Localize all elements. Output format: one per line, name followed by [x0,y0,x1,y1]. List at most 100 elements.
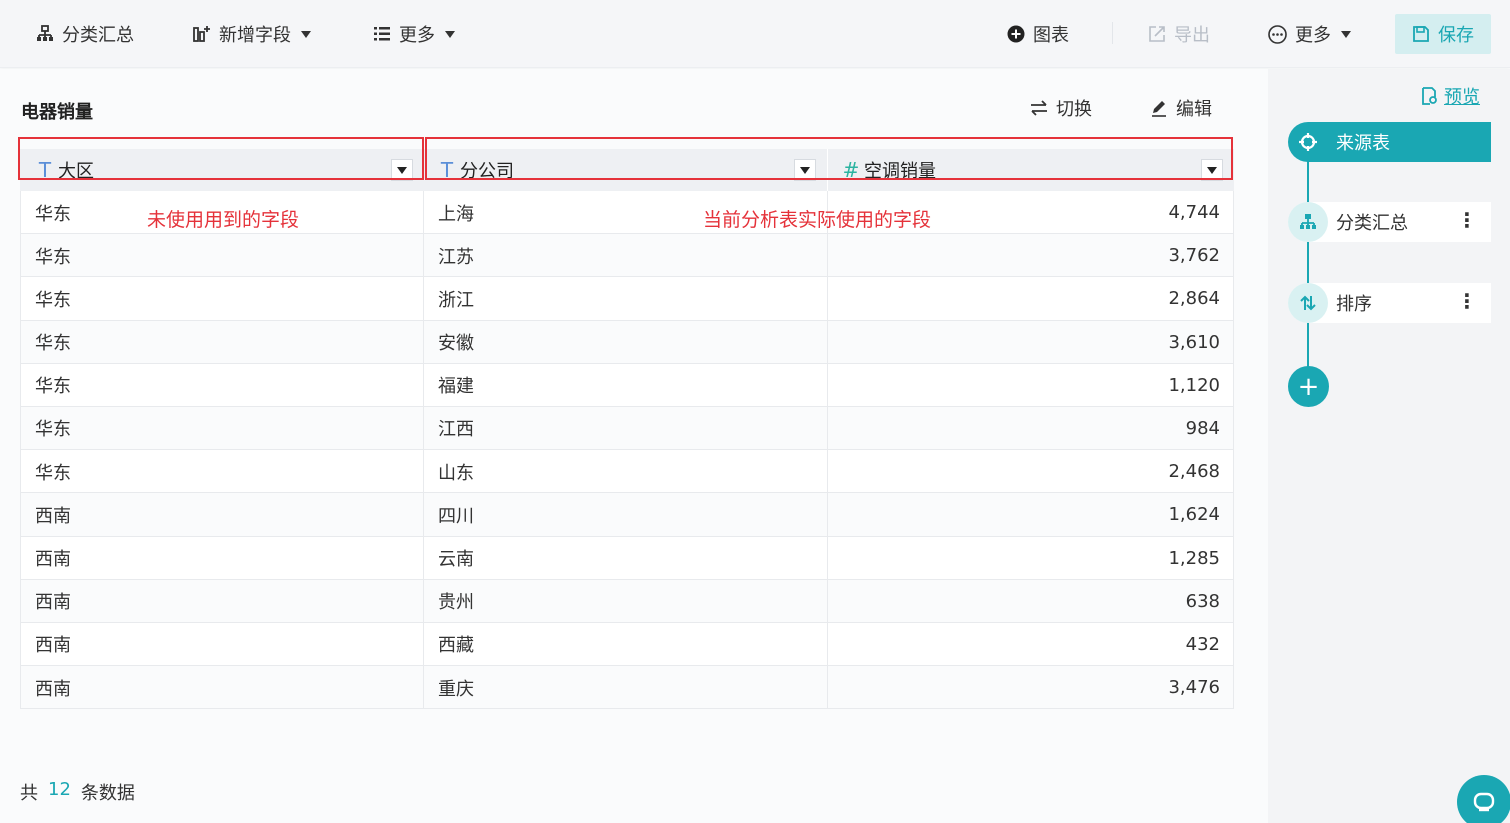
table-header: T 大区 T 分公司 # 空调销量 [20,149,1234,191]
group-summary-button[interactable]: 分类汇总 [36,0,134,68]
preview-icon [1422,87,1437,105]
main-panel: 电器销量 切换 编辑 T 大区 T 分公司 # 空调销量 华东 上海 4,744… [0,69,1268,823]
column-divider [423,234,424,277]
column-label: 空调销量 [864,161,936,182]
chevron-down-icon [1341,30,1351,38]
cell-ac-sales: 3,476 [1168,677,1220,699]
cell-branch: 重庆 [438,678,474,700]
cell-ac-sales: 3,762 [1168,245,1220,267]
cell-branch: 福建 [438,376,474,398]
add-step-button[interactable]: + [1288,366,1329,407]
cell-branch: 浙江 [438,289,474,311]
cell-region: 华东 [35,333,71,355]
chat-icon [1473,792,1495,812]
save-label: 保存 [1438,25,1474,46]
add-field-label: 新增字段 [219,25,291,46]
cell-ac-sales: 2,468 [1168,461,1220,483]
chevron-down-icon [445,30,455,38]
column-divider [423,277,424,320]
cell-ac-sales: 3,610 [1168,331,1220,353]
caret-down-icon [800,166,810,174]
add-field-button[interactable]: 新增字段 [193,0,311,68]
cell-region: 西南 [35,635,71,657]
column-divider [423,493,424,536]
cell-region: 西南 [35,505,71,527]
cell-region: 华东 [35,376,71,398]
table-row: 西南 西藏 432 [21,622,1233,667]
more-menu-left[interactable]: 更多 [373,0,455,68]
chart-label: 图表 [1033,25,1069,46]
more-right-label: 更多 [1295,25,1331,46]
caret-down-icon [397,166,407,174]
cell-branch: 上海 [438,203,474,225]
table-row: 华东 安徽 3,610 [21,320,1233,364]
record-count: 共 12 条数据 [20,779,135,805]
caret-down-icon [1207,166,1217,174]
number-type-icon: # [842,158,860,182]
more-vertical-icon[interactable]: ⋮ [1457,210,1477,230]
cell-region: 西南 [35,592,71,614]
column-dropdown-button[interactable] [794,159,816,181]
column-divider [423,536,424,579]
preview-label: 预览 [1444,87,1480,108]
cell-region: 华东 [35,289,71,311]
annotation-used: 当前分析表实际使用的字段 [703,209,932,231]
step-group-summary[interactable]: 分类汇总 ⋮ [1288,202,1491,242]
column-divider [827,450,828,493]
table-row: 西南 贵州 638 [21,579,1233,623]
edit-button[interactable]: 编辑 [1150,95,1212,121]
cell-branch: 贵州 [438,592,474,614]
column-header-branch[interactable]: T 分公司 [438,149,514,191]
step-sort[interactable]: 排序 ⋮ [1288,283,1491,323]
column-dropdown-button[interactable] [1201,159,1223,181]
column-header-region[interactable]: T 大区 [36,149,94,191]
add-field-icon [193,26,210,42]
cell-branch: 云南 [438,549,474,570]
cell-ac-sales: 1,120 [1168,374,1220,396]
export-icon [1149,26,1165,42]
cell-branch: 江西 [438,419,474,441]
cell-region: 华东 [35,419,71,441]
save-button[interactable]: 保存 [1395,14,1491,54]
record-count-prefix: 共 [20,783,38,804]
steps-connector [1307,159,1309,389]
preview-link[interactable]: 预览 [1420,83,1480,109]
chart-button[interactable]: 图表 [1007,0,1069,68]
column-divider [423,406,424,450]
top-toolbar: 分类汇总 新增字段 更多 图表 导出 更多 保存 [0,0,1510,68]
cell-branch: 山东 [438,462,474,484]
table-row: 华东 福建 1,120 [21,363,1233,407]
record-count-value: 12 [48,779,71,800]
column-divider [827,579,828,622]
chat-support-button[interactable] [1457,775,1510,823]
column-label: 大区 [58,161,94,182]
column-dropdown-button[interactable] [391,159,413,181]
step-source-table[interactable]: 来源表 [1288,122,1491,162]
table-row: 西南 云南 1,285 [21,536,1233,580]
cell-branch: 江苏 [438,246,474,268]
cell-region: 华东 [35,462,71,484]
table-body: 华东 上海 4,744 华东 江苏 3,762 华东 浙江 2,864 华东 安徽 3,610 华东 福建… [20,191,1234,710]
column-divider [827,536,828,579]
cell-region: 华东 [35,246,71,268]
table-row: 华东 江西 984 [21,406,1233,451]
cell-branch: 西藏 [438,635,474,657]
page-title: 电器销量 [21,102,93,123]
group-summary-icon [1288,202,1328,242]
chevron-down-icon [301,30,311,38]
column-divider [827,406,828,450]
switch-button[interactable]: 切换 [1030,95,1092,121]
column-header-ac-sales[interactable]: # 空调销量 [842,149,936,191]
more-vertical-icon[interactable]: ⋮ [1457,291,1477,311]
switch-label: 切换 [1056,99,1092,120]
edit-label: 编辑 [1176,99,1212,120]
column-divider [423,450,424,493]
column-divider [423,363,424,406]
cell-ac-sales: 1,285 [1168,547,1220,569]
export-button[interactable]: 导出 [1148,0,1210,68]
text-type-icon: T [38,158,52,182]
more-menu-right[interactable]: 更多 [1268,0,1351,68]
toolbar-divider [1112,22,1113,44]
cell-ac-sales: 984 [1185,417,1220,439]
edit-icon [1152,101,1166,117]
